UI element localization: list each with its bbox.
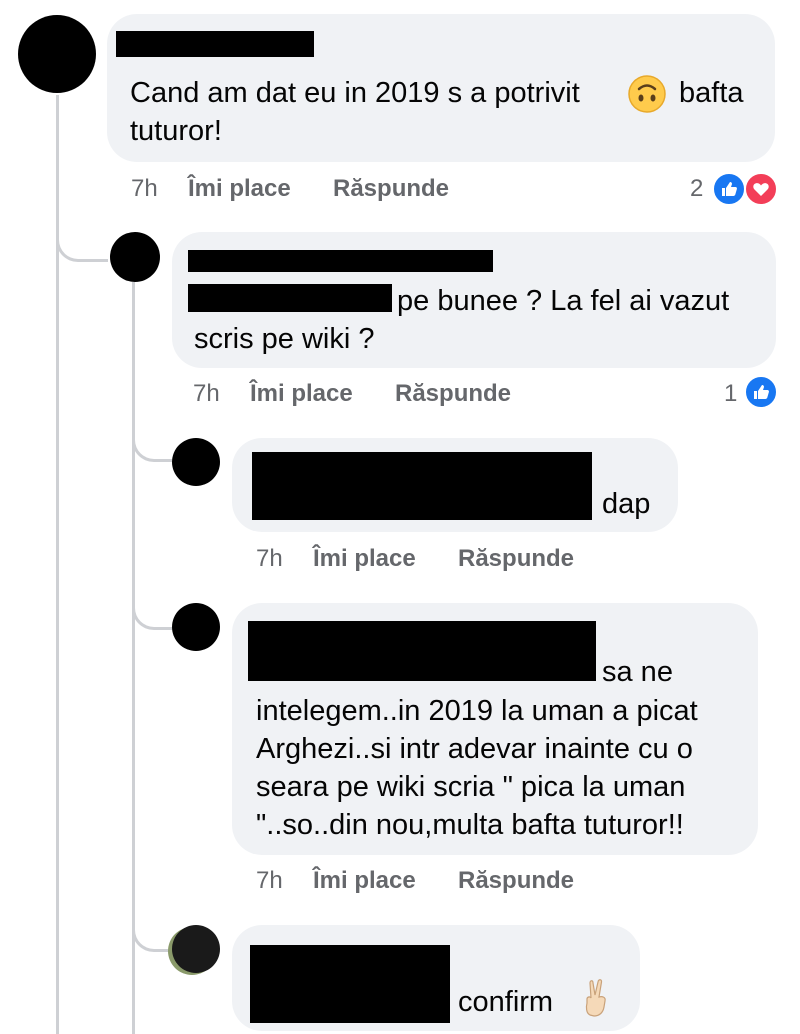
comment-text: dap — [602, 488, 651, 520]
comment-bubble: pe bunee ? La fel ai vazut scris pe wiki… — [172, 232, 776, 368]
love-reaction-icon[interactable] — [744, 172, 778, 206]
reply-button[interactable]: Răspunde — [458, 867, 574, 895]
comment-text-line-2: tuturor! — [130, 115, 222, 147]
thread-connector-reply-1 — [56, 200, 108, 262]
avatar[interactable] — [172, 438, 220, 486]
reply-button[interactable]: Răspunde — [333, 175, 449, 203]
comment-text: sa ne — [602, 656, 673, 688]
comment-bubble: dap — [232, 438, 678, 532]
reaction-count[interactable]: 1 — [724, 380, 737, 408]
redacted-author-name — [188, 250, 493, 272]
avatar[interactable] — [18, 15, 96, 93]
thread-connector-reply-4 — [132, 890, 172, 952]
like-reaction-icon[interactable] — [712, 172, 746, 206]
comment-bubble: sa ne intelegem..in 2019 la uman a picat… — [232, 603, 758, 855]
comment-bubble: confirm — [232, 925, 640, 1031]
redacted-author-name — [250, 945, 450, 1023]
victory-hand-icon — [582, 977, 612, 1017]
comment-bubble: Cand am dat eu in 2019 s a potrivit baft… — [107, 14, 775, 162]
comment-text-line-2: scris pe wiki ? — [194, 323, 375, 355]
comment-text-line-2: intelegem..in 2019 la uman a picat — [256, 695, 698, 727]
comment-text: confirm — [458, 986, 554, 1018]
comment-text: Cand am dat eu in 2019 s a potrivit — [130, 77, 580, 109]
avatar[interactable] — [110, 232, 160, 282]
redacted-mention — [188, 284, 392, 312]
redacted-author-name — [248, 621, 596, 681]
comment-time[interactable]: 7h — [256, 545, 283, 573]
avatar[interactable] — [172, 603, 220, 651]
comment-time[interactable]: 7h — [131, 175, 158, 203]
comment-text-line-3: Arghezi..si intr adevar inainte cu o — [256, 733, 693, 765]
upside-down-face-icon — [627, 74, 667, 114]
comment-time[interactable]: 7h — [256, 867, 283, 895]
comment-time[interactable]: 7h — [193, 380, 220, 408]
reply-button[interactable]: Răspunde — [458, 545, 574, 573]
comment-text: pe bunee ? La fel ai vazut — [397, 285, 730, 317]
comment-text-line-4: seara pe wiki scria " pica la uman — [256, 771, 686, 803]
redacted-author-name — [116, 31, 314, 57]
like-reaction-icon[interactable] — [744, 375, 778, 409]
like-button[interactable]: Îmi place — [188, 175, 291, 203]
comment-text-continued: bafta — [679, 77, 744, 109]
thread-connector-reply-3 — [132, 570, 172, 630]
avatar[interactable] — [172, 925, 220, 973]
reply-button[interactable]: Răspunde — [395, 380, 511, 408]
reaction-count[interactable]: 2 — [690, 175, 703, 203]
like-button[interactable]: Îmi place — [313, 867, 416, 895]
like-button[interactable]: Îmi place — [250, 380, 353, 408]
thread-connector-reply-2 — [132, 400, 172, 462]
like-button[interactable]: Îmi place — [313, 545, 416, 573]
comment-text-line-5: "..so..din nou,multa bafta tuturor!! — [256, 809, 684, 841]
redacted-author-name — [252, 452, 592, 520]
